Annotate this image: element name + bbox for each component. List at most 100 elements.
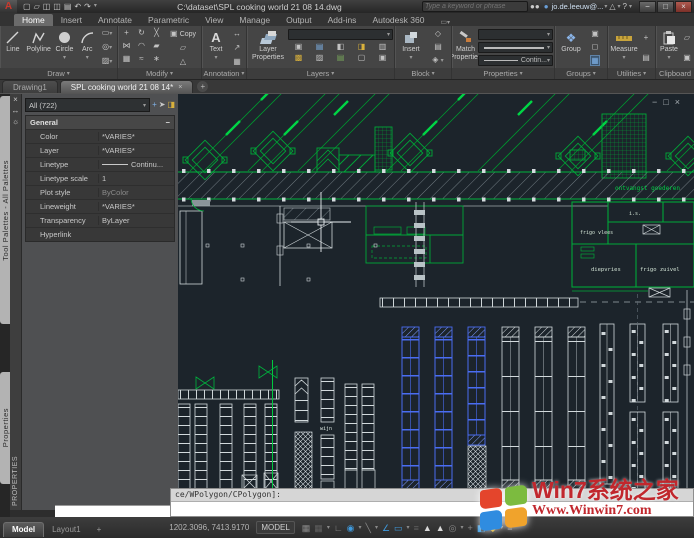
color-dropdown[interactable]: ▾ [478,29,553,40]
doc-tab-close-icon[interactable]: × [178,84,182,91]
property-row-lineweight[interactable]: Lineweight *VARIES* [26,199,174,213]
properties-panel-label[interactable]: Properties ▾ [452,68,554,79]
annotation-visibility-icon[interactable]: ▲ [423,523,432,533]
storage-racks[interactable] [502,324,680,490]
property-row-linetype[interactable]: Linetype Continu... [26,157,174,171]
tab-output[interactable]: Output [278,14,320,26]
lineweight-icon[interactable]: ≡ [414,523,419,533]
dimension-icon[interactable]: ↔ [233,29,241,38]
center-racks[interactable] [294,378,375,491]
move-icon[interactable]: + [124,28,129,41]
toggle-pickadd-icon[interactable]: + [152,100,157,110]
open-file-icon[interactable]: ▱ [34,2,40,11]
drawing-close-icon[interactable]: × [675,97,686,107]
layer-freeze-icon[interactable]: ◧ [337,42,345,51]
undo-icon[interactable]: ↶ [74,2,81,11]
doc-tab-drawing1[interactable]: Drawing1 [2,80,58,93]
fillet-icon[interactable]: ◠ [138,41,145,54]
help-caret-icon[interactable]: ▾ [629,3,632,10]
new-layout-button[interactable]: + [89,522,110,536]
leader-icon[interactable]: ↗ [234,43,241,52]
palette-autohide-icon[interactable]: ↔ [12,105,20,116]
upper-rooms[interactable] [178,197,608,286]
layer-thaw-icon[interactable]: ▤ [337,53,345,62]
isodraft-icon[interactable]: ╲ [366,523,371,533]
explode-icon[interactable]: ∗ [153,54,160,67]
model-tab[interactable]: Model [3,521,45,537]
conveyor-rows[interactable] [177,297,694,400]
save-as-icon[interactable]: ◫ [53,2,61,11]
model-space-button[interactable]: MODEL [256,521,295,534]
array-icon[interactable]: ▦ [123,54,131,67]
measure-button[interactable]: Measure ▾ [609,27,639,68]
command-input[interactable] [171,502,693,516]
drawing-restore-icon[interactable]: □ [663,97,674,107]
search-exchange-icon[interactable]: ●● [530,2,540,11]
property-row-transparency[interactable]: Transparency ByLayer [26,213,174,227]
a360-icon[interactable]: △ [609,2,615,11]
linetype-dropdown[interactable]: Contin... ▾ [478,55,553,66]
property-row-hyperlink[interactable]: Hyperlink [26,227,174,241]
ortho-icon[interactable]: ∟ [334,523,343,533]
insert-button[interactable]: Insert ▾ [396,27,426,68]
drawing-minimize-icon[interactable]: − [652,97,663,107]
utilities-panel-label[interactable]: Utilities ▾ [608,68,655,79]
help-icon[interactable]: ? [623,2,627,11]
app-menu-button[interactable]: A [0,0,17,13]
tool-palettes-tab[interactable]: Tool Palettes - All Palettes [0,96,10,324]
dynamic-input-icon[interactable]: ▭ [394,523,403,533]
id-point-icon[interactable]: + [644,33,649,42]
plot-icon[interactable]: ▤ [64,2,72,11]
tab-home[interactable]: Home [14,14,53,26]
groups-panel-label[interactable]: Groups ▾ [555,68,607,79]
annotation-panel-label[interactable]: Annotation ▾ [202,68,246,79]
trim-icon[interactable]: ╳ [154,28,159,41]
erase-icon[interactable]: ▰ [153,41,159,54]
layer-walk-icon[interactable]: ▣ [379,53,387,62]
copy-button[interactable]: ▣ Copy [170,29,196,39]
group-selection-toggle-icon[interactable]: ▦ [590,55,600,66]
ellipse-flyout-icon[interactable]: ◎▾ [102,42,112,53]
arc-button[interactable]: Arc ▾ [76,27,98,68]
a360-caret-icon[interactable]: ▾ [618,3,621,10]
close-button[interactable]: × [675,0,692,13]
line-button[interactable]: Line [1,27,25,68]
drawing-canvas[interactable]: ontvangst goederen i.s. frigo vlees diep… [177,20,694,491]
property-row-plot-style[interactable]: Plot style ByColor [26,185,174,199]
minimize-button[interactable]: − [639,0,656,13]
circle-caret-icon[interactable]: ▾ [63,54,66,61]
palette-settings-icon[interactable]: ☼ [12,116,19,127]
group-edit-icon[interactable]: ◻ [592,42,599,51]
grid-icon[interactable]: ▦ [302,523,311,533]
mirror-icon[interactable]: ⋈ [123,41,131,54]
scale-icon[interactable]: △ [180,57,186,66]
polar-tracking-icon[interactable]: ◉ [347,523,355,533]
layer-isolate-icon[interactable]: ▤ [316,42,324,51]
tab-view[interactable]: View [197,14,231,26]
block-panel-label[interactable]: Block ▾ [395,68,451,79]
property-row-color[interactable]: Color *VARIES* [26,129,174,143]
group-button[interactable]: ❖ Group [556,27,586,68]
hardware-accel-icon[interactable]: ◧ [477,523,486,533]
snap-icon[interactable]: ▦ [314,523,323,533]
general-section-header[interactable]: General − [26,116,174,129]
layer-lock-icon[interactable]: ◨ [358,42,366,51]
layout1-tab[interactable]: Layout1 [44,522,88,536]
customization-menu-icon[interactable]: ≡ [507,523,512,533]
paste-button[interactable]: Paste ▾ [657,27,681,68]
tab-manage[interactable]: Manage [231,14,278,26]
annotation-scale-icon[interactable]: ◎ [449,523,457,533]
left-racks[interactable] [178,404,278,490]
polar-caret-icon[interactable]: ▾ [359,523,362,533]
search-input[interactable] [422,1,529,12]
tab-annotate[interactable]: Annotate [90,14,140,26]
draw-panel-label[interactable]: Draw ▾ [0,68,117,79]
isodraft-caret-icon[interactable]: ▾ [375,523,378,533]
block-attribute-icon[interactable]: ◈ ▾ [432,55,443,66]
hatched-rack-column[interactable] [467,445,487,491]
annotation-autoscale-icon[interactable]: ▲ [436,523,445,533]
select-objects-icon[interactable]: ➤ [159,100,166,110]
layers-panel-label[interactable]: Layers ▾ [247,68,394,79]
match-properties-button[interactable]: Match Properties [452,27,481,68]
tab-parametric[interactable]: Parametric [140,14,197,26]
